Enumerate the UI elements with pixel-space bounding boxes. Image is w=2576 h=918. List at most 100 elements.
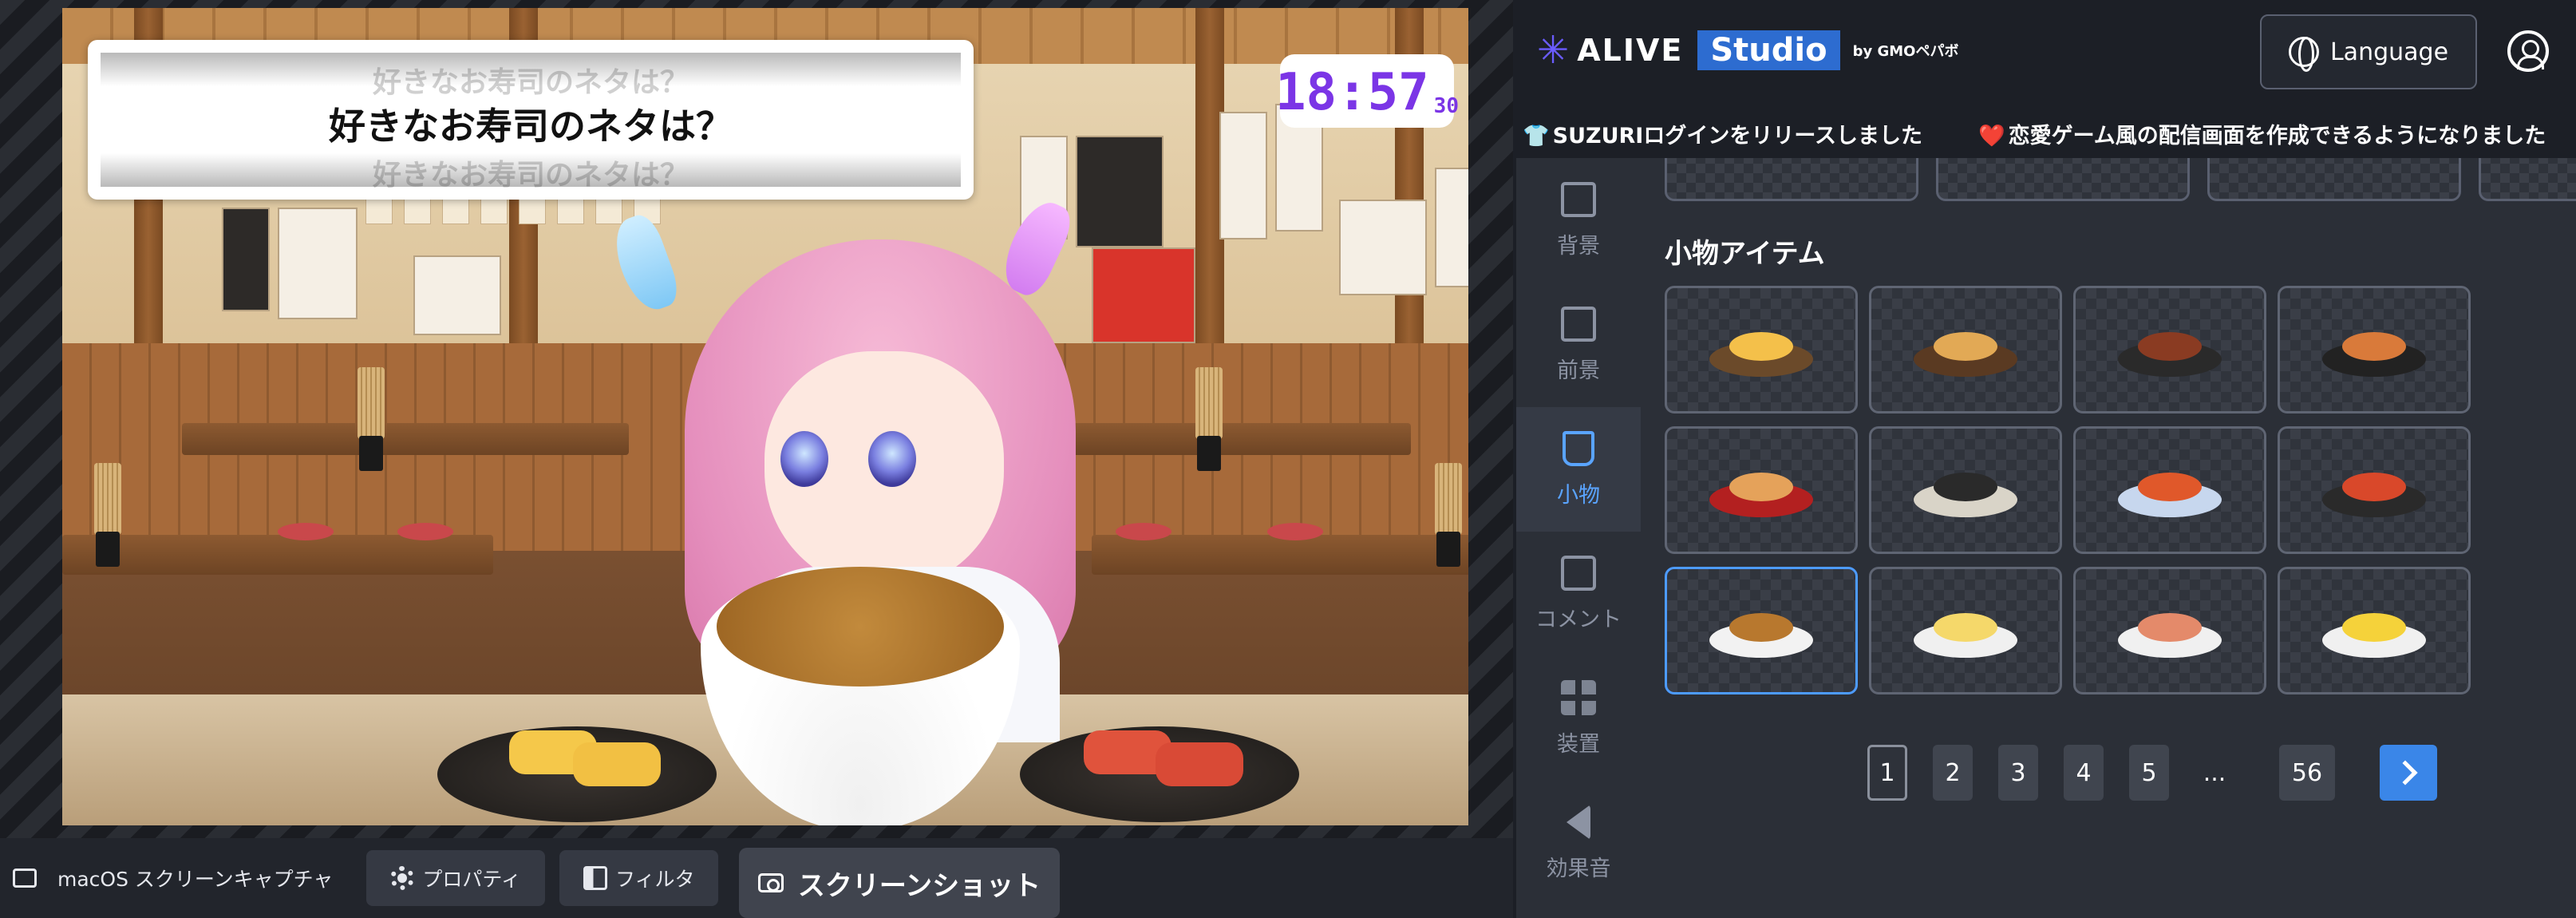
background-table xyxy=(1092,535,1468,575)
sidebar-item-label: 前景 xyxy=(1557,358,1600,383)
sidebar-item-label: 背景 xyxy=(1557,233,1600,259)
background-chopstick-holder xyxy=(94,463,121,567)
natto-topping xyxy=(717,567,1004,687)
background-chopstick-holder xyxy=(1435,463,1462,567)
background-poster xyxy=(1076,136,1164,247)
clock-widget[interactable]: 18:57 30 xyxy=(1275,54,1459,128)
sidebar-item-label: 効果音 xyxy=(1546,856,1611,881)
item-thumbnail xyxy=(2314,458,2434,522)
item-thumbnail xyxy=(1906,318,2025,382)
item-thumbnail xyxy=(1906,599,2025,663)
cup-icon xyxy=(1563,430,1594,466)
app-logo[interactable]: ✳ ALIVE Studio by GMOペパボ xyxy=(1537,30,1958,70)
background-poster xyxy=(413,255,501,335)
background-poster xyxy=(278,208,358,319)
item-tile-egg-pan[interactable] xyxy=(1665,286,1858,413)
filter-icon xyxy=(583,866,607,890)
app-header: ✳ ALIVE Studio by GMOペパボ Language xyxy=(1516,0,2576,109)
background-poster xyxy=(1219,112,1267,239)
next-page-button[interactable] xyxy=(2380,745,2437,801)
sidebar-item-comments[interactable]: コメント xyxy=(1516,532,1641,656)
page-button[interactable]: 3 xyxy=(1998,745,2038,801)
item-tile-cheese-hotpot[interactable] xyxy=(2278,426,2471,554)
background-poster xyxy=(1339,200,1427,295)
item-tile-grilled-salmon-plate[interactable] xyxy=(2073,567,2266,694)
page-button[interactable]: 2 xyxy=(1933,745,1973,801)
question-ghost-text: 好きなお寿司のネタは？ xyxy=(372,66,689,99)
logo-studio-badge: Studio xyxy=(1697,30,1840,70)
item-tile-sushi-roll-plate[interactable] xyxy=(1869,426,2062,554)
comment-icon xyxy=(1561,555,1596,591)
sushi-tuna xyxy=(1156,742,1243,786)
account-icon[interactable] xyxy=(2507,30,2549,72)
page-button[interactable]: 4 xyxy=(2064,745,2104,801)
source-selector[interactable]: macOS スクリーンキャプチャ xyxy=(13,864,333,892)
ticker-item[interactable]: 👕 SUZURIログインをリリースしました xyxy=(1523,118,1922,149)
editor-panel: ✳ ALIVE Studio by GMOペパボ Language 👕 SUZUR… xyxy=(1516,0,2576,918)
globe-icon xyxy=(2288,37,2319,72)
item-thumbnail xyxy=(1906,458,2025,522)
item-tile-takoyaki-tray[interactable] xyxy=(1665,426,1858,554)
filter-button[interactable]: フィルタ xyxy=(559,850,719,906)
sidebar-item-foreground[interactable]: 前景 xyxy=(1516,283,1641,407)
item-tile-steak-pan[interactable] xyxy=(2073,286,2266,413)
item-thumbnail xyxy=(2314,599,2434,663)
pagination: 1 2 3 4 5 ... 56 xyxy=(1641,745,2576,801)
language-button[interactable]: Language xyxy=(2260,14,2477,89)
sushi-tamago xyxy=(573,742,661,786)
image-icon xyxy=(1561,181,1596,217)
sidebar-item-sound-effects[interactable]: 効果音 xyxy=(1516,781,1641,905)
sidebar-item-label: 装置 xyxy=(1557,731,1600,757)
heart-icon: ❤️ xyxy=(1977,123,2005,148)
item-tile[interactable] xyxy=(1936,158,2190,201)
image-plus-icon xyxy=(1561,306,1596,342)
item-tile-natto-rice-bowl[interactable] xyxy=(1665,567,1858,694)
page-ellipsis: ... xyxy=(2203,758,2226,787)
background-stool xyxy=(1267,523,1323,540)
item-tile[interactable] xyxy=(2479,158,2576,201)
page-button[interactable]: 5 xyxy=(2129,745,2169,801)
question-text: 好きなお寿司のネタは？ xyxy=(329,105,733,148)
item-tile-bibimbap-bowl[interactable] xyxy=(2278,286,2471,413)
logo-by-text: by GMOペパボ xyxy=(1852,43,1959,60)
background-poster xyxy=(222,208,270,311)
item-tile-tamagoyaki-plate[interactable] xyxy=(1869,567,2062,694)
page-button-last[interactable]: 56 xyxy=(2279,745,2335,801)
item-tile-shrimp-chili-plate[interactable] xyxy=(2073,426,2266,554)
sidebar-item-devices[interactable]: 装置 xyxy=(1516,656,1641,781)
logo-star-icon: ✳ xyxy=(1537,28,1570,73)
ticker-text: 恋愛ゲーム風の配信画面を作成できるようになりました xyxy=(2008,123,2546,148)
ticker-text: SUZURIログインをリリースしました xyxy=(1552,123,1922,148)
sidebar-item-label: 小物 xyxy=(1557,482,1600,508)
question-overlay[interactable]: 好きなお寿司のネタは？ 好きなお寿司のネタは？ 好きなお寿司のネタは？ xyxy=(88,40,974,200)
ticker-item[interactable]: ❤️ 恋愛ゲーム風の配信画面を作成できるようになりました xyxy=(1978,118,2546,149)
item-tile-salmon-radish-plate[interactable] xyxy=(2278,567,2471,694)
background-chopstick-holder xyxy=(1195,367,1223,471)
page-button[interactable]: 1 xyxy=(1867,745,1907,801)
item-tile[interactable] xyxy=(2207,158,2461,201)
question-ghost-text: 好きなお寿司のネタは？ xyxy=(372,159,689,192)
screenshot-label: スクリーンショット xyxy=(797,869,1041,902)
background-poster xyxy=(1435,168,1468,287)
item-thumbnail xyxy=(1701,599,1821,663)
item-thumbnail xyxy=(2314,318,2434,382)
sidebar-item-background[interactable]: 背景 xyxy=(1516,158,1641,283)
clock-time: 18:57 xyxy=(1275,63,1429,122)
background-stool xyxy=(1116,523,1171,540)
sidebar-item-props[interactable]: 小物 xyxy=(1516,407,1641,532)
screenshot-button[interactable]: スクリーンショット xyxy=(739,848,1060,918)
item-thumbnail xyxy=(1701,458,1821,522)
sidebar-item-label: コメント xyxy=(1535,607,1622,632)
speaker-icon xyxy=(1567,804,1590,840)
background-stool xyxy=(278,523,334,540)
item-tile[interactable] xyxy=(1665,158,1918,201)
language-label: Language xyxy=(2329,38,2449,66)
item-thumbnail xyxy=(1701,318,1821,382)
properties-label: プロパティ xyxy=(422,868,521,891)
properties-button[interactable]: プロパティ xyxy=(366,850,545,906)
monitor-icon xyxy=(13,869,37,888)
logo-text: ALIVE xyxy=(1577,33,1684,68)
category-sidebar: 背景 前景 小物 コメント 装置 効果音 xyxy=(1516,158,1641,918)
background-poster xyxy=(1092,247,1195,343)
item-tile-fried-rice-pan[interactable] xyxy=(1869,286,2062,413)
